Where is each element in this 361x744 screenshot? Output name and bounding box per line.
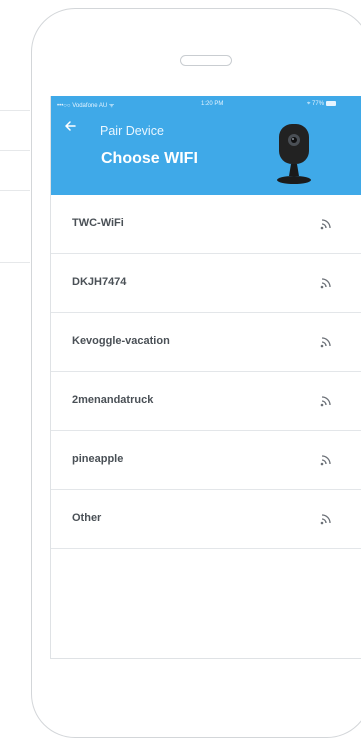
carrier-signal: •••○○ Vodafone AU ᯤ: [57, 103, 115, 109]
wifi-row[interactable]: pineapple: [51, 431, 361, 490]
app-header: •••○○ Vodafone AU ᯤ 1:20 PM ⌖ 77% Pair D…: [51, 96, 361, 195]
wifi-name: Other: [72, 512, 102, 524]
back-arrow-icon[interactable]: [64, 119, 76, 136]
background-divider: [0, 190, 30, 191]
wifi-signal-icon: [320, 337, 331, 348]
wifi-name: 2menandatruck: [72, 394, 154, 406]
background-divider: [0, 262, 30, 263]
security-camera-icon: [274, 124, 316, 194]
wifi-signal-icon: [320, 278, 331, 289]
nav-title: Pair Device: [100, 124, 164, 138]
wifi-signal-icon: [320, 514, 331, 525]
status-time: 1:20 PM: [201, 101, 224, 107]
phone-earpiece: [180, 55, 232, 66]
wifi-name: TWC-WiFi: [72, 217, 124, 229]
battery-status: ⌖ 77%: [307, 101, 337, 108]
wifi-row[interactable]: TWC-WiFi: [51, 195, 361, 254]
wifi-name: DKJH7474: [72, 276, 127, 288]
page-title: Choose WIFI: [101, 150, 198, 167]
wifi-signal-icon: [320, 455, 331, 466]
wifi-row[interactable]: Other: [51, 490, 361, 549]
background-divider: [0, 110, 30, 111]
status-bar: •••○○ Vodafone AU ᯤ 1:20 PM ⌖ 77%: [51, 96, 361, 112]
wifi-row[interactable]: DKJH7474: [51, 254, 361, 313]
wifi-list: TWC-WiFi DKJH7474 Kevoggle-vacation 2men…: [51, 195, 361, 549]
app-screen: •••○○ Vodafone AU ᯤ 1:20 PM ⌖ 77% Pair D…: [50, 96, 361, 659]
wifi-name: Kevoggle-vacation: [72, 335, 170, 347]
wifi-row[interactable]: Kevoggle-vacation: [51, 313, 361, 372]
wifi-signal-icon: [320, 219, 331, 230]
wifi-row[interactable]: 2menandatruck: [51, 372, 361, 431]
battery-icon: [326, 101, 337, 106]
background-divider: [0, 150, 30, 151]
wifi-signal-icon: [320, 396, 331, 407]
wifi-name: pineapple: [72, 453, 124, 465]
